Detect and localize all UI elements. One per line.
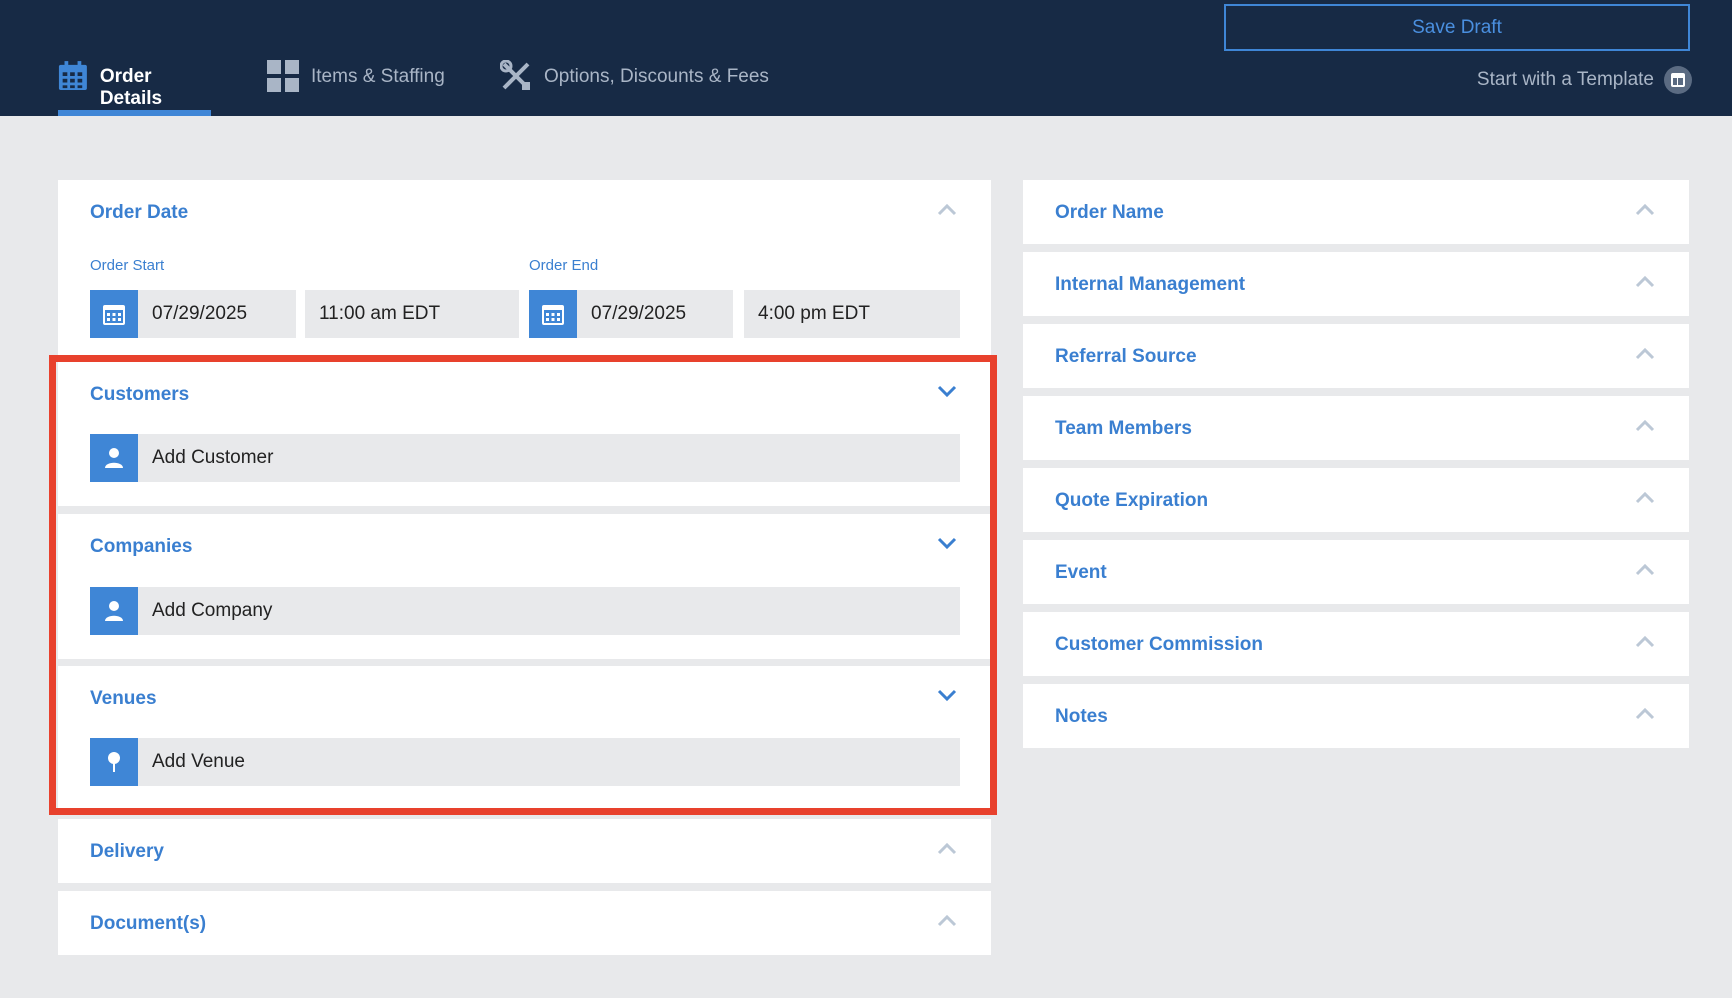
panel-title: Event <box>1055 562 1107 583</box>
chevron-up-icon[interactable] <box>937 913 957 927</box>
start-time-input[interactable]: 11:00 am EDT <box>305 290 519 338</box>
tab-order-details[interactable]: Order Details <box>58 56 211 116</box>
delivery-title: Delivery <box>90 841 164 862</box>
template-link-label: Start with a Template <box>1476 69 1654 90</box>
panel-title: Internal Management <box>1055 274 1246 295</box>
delivery-panel[interactable]: Delivery <box>58 819 991 883</box>
pin-icon <box>108 752 120 772</box>
add-company-input[interactable]: Add Company <box>138 587 960 635</box>
add-venue-icon-button[interactable] <box>90 738 138 786</box>
referral-source-panel[interactable]: Referral Source <box>1023 324 1689 388</box>
companies-title: Companies <box>90 536 193 557</box>
start-with-template-link[interactable]: Start with a Template <box>1477 66 1692 94</box>
panel-title: Order Name <box>1055 202 1164 223</box>
add-venue-input[interactable]: Add Venue <box>138 738 960 786</box>
chevron-up-icon[interactable] <box>1635 346 1655 360</box>
chevron-up-icon[interactable] <box>937 202 957 216</box>
order-name-panel[interactable]: Order Name <box>1023 180 1689 244</box>
end-time-input[interactable]: 4:00 pm EDT <box>744 290 960 338</box>
panel-title: Team Members <box>1055 418 1192 439</box>
documents-panel[interactable]: Document(s) <box>58 891 991 955</box>
internal-management-panel[interactable]: Internal Management <box>1023 252 1689 316</box>
start-date-picker-button[interactable] <box>90 290 138 338</box>
tab-label: Options, Discounts & Fees <box>544 66 769 87</box>
tab-label: Order Details <box>99 66 163 109</box>
panel-title: Quote Expiration <box>1055 490 1209 511</box>
chevron-up-icon[interactable] <box>1635 706 1655 720</box>
tab-label: Items & Staffing <box>311 66 445 87</box>
start-date-input[interactable]: 07/29/2025 <box>138 290 296 338</box>
chevron-down-icon[interactable] <box>937 384 957 398</box>
team-members-panel[interactable]: Team Members <box>1023 396 1689 460</box>
customer-commission-panel[interactable]: Customer Commission <box>1023 612 1689 676</box>
chevron-up-icon[interactable] <box>937 841 957 855</box>
order-date-panel: Order Date Order Start Order End 07/29/2… <box>58 180 991 355</box>
tab-items-staffing[interactable]: Items & Staffing <box>267 56 445 116</box>
calendar-icon <box>58 61 87 90</box>
customers-panel: Customers Add Customer <box>58 362 991 506</box>
customers-title: Customers <box>90 384 190 405</box>
tab-options-discounts-fees[interactable]: Options, Discounts & Fees <box>500 56 769 116</box>
order-start-label: Order Start <box>90 257 165 274</box>
chevron-up-icon[interactable] <box>1635 562 1655 576</box>
chevron-down-icon[interactable] <box>937 536 957 550</box>
panel-title: Notes <box>1055 706 1108 727</box>
add-customer-input[interactable]: Add Customer <box>138 434 960 482</box>
order-date-title: Order Date <box>90 202 189 223</box>
calendar-icon <box>542 305 564 325</box>
chevron-down-icon[interactable] <box>937 688 957 702</box>
end-date-input[interactable]: 07/29/2025 <box>577 290 733 338</box>
chevron-up-icon[interactable] <box>1635 490 1655 504</box>
tools-icon <box>500 60 530 90</box>
grid-icon <box>267 60 299 92</box>
person-icon <box>105 448 123 468</box>
template-icon <box>1664 66 1692 94</box>
chevron-up-icon[interactable] <box>1635 634 1655 648</box>
chevron-up-icon[interactable] <box>1635 274 1655 288</box>
venues-title: Venues <box>90 688 157 709</box>
top-bar: Save Draft Order Details Items & Staffin… <box>0 0 1732 116</box>
add-company-icon-button[interactable] <box>90 587 138 635</box>
add-customer-icon-button[interactable] <box>90 434 138 482</box>
save-draft-button[interactable]: Save Draft <box>1224 4 1690 51</box>
order-end-label: Order End <box>529 257 599 274</box>
panel-title: Referral Source <box>1055 346 1197 367</box>
chevron-up-icon[interactable] <box>1635 418 1655 432</box>
person-icon <box>105 601 123 621</box>
end-date-picker-button[interactable] <box>529 290 577 338</box>
calendar-icon <box>103 305 125 325</box>
chevron-up-icon[interactable] <box>1635 202 1655 216</box>
documents-title: Document(s) <box>90 913 207 934</box>
panel-title: Customer Commission <box>1055 634 1263 655</box>
venues-panel: Venues Add Venue <box>58 666 991 808</box>
event-panel[interactable]: Event <box>1023 540 1689 604</box>
quote-expiration-panel[interactable]: Quote Expiration <box>1023 468 1689 532</box>
notes-panel[interactable]: Notes <box>1023 684 1689 748</box>
companies-panel: Companies Add Company <box>58 514 991 659</box>
